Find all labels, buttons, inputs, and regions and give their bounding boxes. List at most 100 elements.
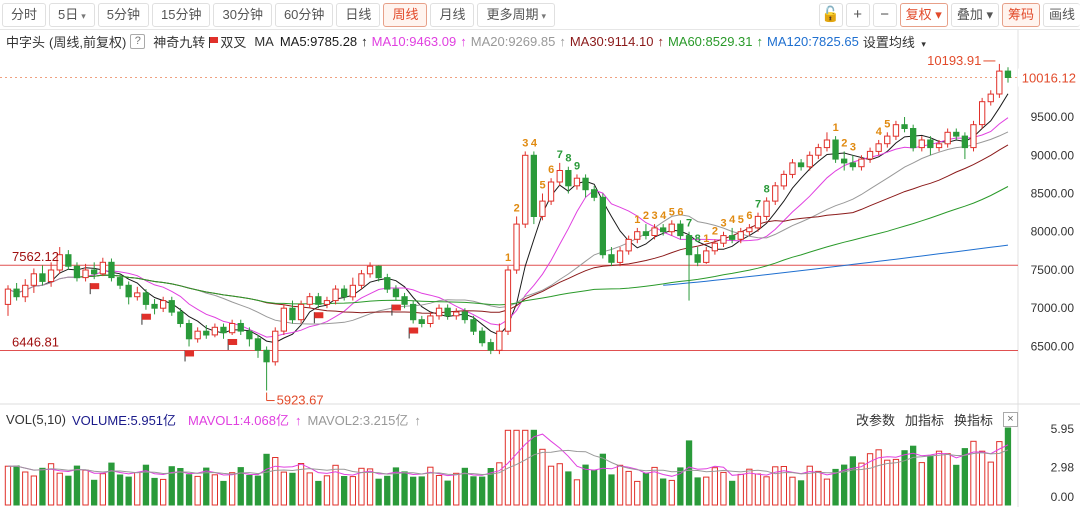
- volume-bar: [927, 455, 934, 506]
- tab-3[interactable]: 15分钟: [152, 3, 211, 27]
- candle-body: [272, 330, 279, 363]
- candle-body: [194, 330, 201, 340]
- nine-turn-label: 8: [695, 233, 701, 245]
- volume-bar: [229, 472, 236, 506]
- tab-label: 分时: [11, 7, 38, 22]
- nine-turn-label: 6: [677, 206, 683, 218]
- close-icon[interactable]: ×: [1003, 412, 1018, 427]
- candle-body: [401, 296, 408, 305]
- volume-bar: [237, 467, 244, 506]
- volume-bar: [444, 480, 451, 506]
- draw-line-button[interactable]: 画线: [1042, 3, 1080, 27]
- fuquan-dropdown[interactable]: 复权 ▾: [899, 3, 948, 27]
- candle-body: [668, 223, 675, 233]
- candle-body: [384, 277, 391, 290]
- candle-body: [729, 235, 736, 240]
- candle-body: [134, 292, 141, 298]
- volume-bar: [177, 468, 184, 506]
- volume-bar: [530, 429, 538, 506]
- candle-body: [875, 143, 882, 152]
- volume-bar: [832, 468, 839, 506]
- help-icon[interactable]: ?: [130, 33, 146, 49]
- signal-text: 双叉: [220, 34, 247, 50]
- volume-bar: [384, 475, 391, 506]
- price-chart[interactable]: 123 4567 891 2 3 4 5 678 123 4 5 67812 345 10000.009…: [0, 0, 1080, 507]
- zoom-out-button[interactable]: −: [872, 3, 897, 27]
- tab-2[interactable]: 5分钟: [97, 3, 150, 27]
- candle-body: [970, 124, 977, 149]
- candle-body: [961, 135, 969, 149]
- candle-body: [73, 265, 81, 279]
- volume-bar: [185, 474, 193, 506]
- tab-4[interactable]: 30分钟: [213, 3, 272, 27]
- candle-body: [711, 242, 719, 252]
- volume-bar: [47, 463, 55, 506]
- volume-bar: [341, 476, 348, 506]
- volume-bar: [789, 476, 796, 506]
- flag-icon: [90, 283, 100, 290]
- volume-bar: [151, 477, 158, 506]
- volume-bar: [806, 465, 813, 506]
- candle-body: [772, 185, 779, 202]
- volume-bar: [99, 473, 106, 506]
- candle-body: [841, 158, 848, 164]
- candle-body: [944, 131, 951, 145]
- lock-icon[interactable]: 🔓: [818, 3, 843, 27]
- tab-label: 60分钟: [283, 7, 325, 22]
- price-tick-1: 9500.00: [1031, 110, 1075, 124]
- tab-9[interactable]: 更多周期 ▾: [477, 3, 556, 27]
- candle-body: [4, 288, 12, 305]
- zoom-in-button[interactable]: +: [845, 3, 870, 27]
- switch-indicator-button[interactable]: 换指标: [954, 410, 993, 429]
- pattern-name: 中字头: [6, 34, 46, 50]
- candle-body: [306, 296, 313, 305]
- chips-label: 筹码: [1007, 7, 1034, 22]
- volume-bar: [599, 453, 607, 506]
- candle-body: [530, 154, 538, 218]
- candle-body: [685, 235, 693, 256]
- volume-tick-2: 0.00: [1051, 490, 1075, 504]
- high-label: 10193.91: [927, 53, 981, 68]
- overlay-dropdown[interactable]: 叠加 ▾: [950, 3, 999, 27]
- volume-bar: [513, 429, 520, 506]
- add-indicator-button[interactable]: 加指标: [905, 410, 944, 429]
- candle-body: [315, 296, 322, 305]
- candle-body: [892, 124, 900, 137]
- edit-params-button[interactable]: 改参数: [856, 410, 895, 429]
- chips-button[interactable]: 筹码: [1001, 3, 1040, 27]
- ma120-line: [663, 244, 1009, 286]
- candle-body: [289, 307, 296, 321]
- tab-7[interactable]: 周线: [383, 3, 428, 27]
- volume-bar: [332, 464, 339, 506]
- tab-0[interactable]: 分时: [2, 3, 47, 27]
- candle-body: [737, 231, 744, 240]
- ma20-line: [7, 131, 1009, 325]
- volume-bar: [694, 477, 701, 506]
- volume-bar: [677, 467, 684, 506]
- volume-bar: [496, 462, 503, 506]
- ma60-text: MA60:8529.31: [667, 33, 753, 49]
- candle-body: [444, 307, 451, 317]
- candle-body: [392, 288, 400, 298]
- volume-bar: [4, 465, 12, 506]
- volume-bar: [487, 468, 494, 506]
- period-toolbar: 分时 5日 ▾ 5分钟 15分钟 30分钟 60分钟 日线 周线 月线 更多周期 ▾ 🔓 + − 复权…: [0, 0, 1080, 30]
- candle-body: [651, 227, 658, 236]
- tab-1[interactable]: 5日 ▾: [49, 3, 95, 27]
- candle-body: [513, 223, 520, 271]
- volume-bar: [168, 466, 175, 506]
- candle-body: [470, 319, 477, 332]
- tab-label: 15分钟: [161, 7, 202, 22]
- nine-turn-label: 5: [738, 214, 744, 226]
- tab-5[interactable]: 60分钟: [274, 3, 334, 27]
- candle-body: [280, 307, 288, 332]
- tab-6[interactable]: 日线: [336, 3, 381, 27]
- volume-bar: [272, 457, 279, 506]
- candle-body: [99, 261, 106, 275]
- nine-turn-label: 5: [669, 206, 675, 218]
- indicator-name[interactable]: 神奇九转: [153, 32, 205, 51]
- volume-bar: [660, 478, 667, 506]
- ma-settings-label: 设置均线: [862, 34, 915, 50]
- tab-8[interactable]: 月线: [430, 3, 475, 27]
- ma-settings-dropdown[interactable]: 设置均线 ▾: [863, 32, 930, 51]
